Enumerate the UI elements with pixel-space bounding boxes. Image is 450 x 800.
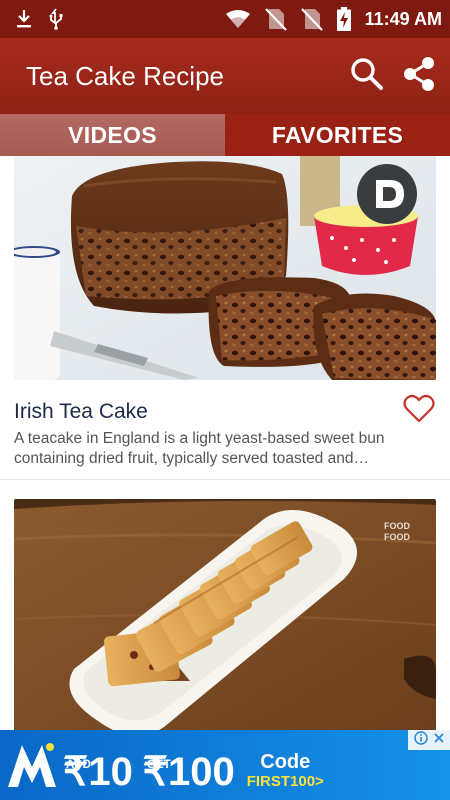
app-actions <box>348 56 438 97</box>
no-sim-icon <box>300 7 323 31</box>
ad-offer-add-amount: ₹10 <box>62 750 133 794</box>
wifi-icon <box>225 9 251 29</box>
tab-favorites[interactable]: FAVORITES <box>225 114 450 156</box>
ad-choices[interactable] <box>408 730 450 750</box>
recipe-card[interactable]: Irish Tea Cake A teacake in England is a… <box>0 156 450 481</box>
status-bar: 11:49 AM <box>0 0 450 38</box>
ad-code-value: FIRST100> <box>246 773 324 790</box>
screen: 11:49 AM Tea Cake Recipe VIDEOS FAVORITE… <box>0 0 450 800</box>
battery-charging-icon <box>336 7 351 31</box>
share-button[interactable] <box>400 56 438 97</box>
tab-videos[interactable]: VIDEOS <box>0 114 225 156</box>
tea-cake-photo <box>14 156 436 380</box>
recipe-thumbnail[interactable] <box>14 156 436 380</box>
close-icon[interactable] <box>433 731 445 749</box>
ad-code-label: Code <box>260 751 311 773</box>
ad-code: Code FIRST100> <box>247 751 324 791</box>
info-icon[interactable] <box>413 730 428 750</box>
search-button[interactable] <box>348 57 386 95</box>
status-left <box>16 8 64 30</box>
source-badge <box>357 164 417 224</box>
recipe-title[interactable]: Irish Tea Cake <box>14 400 148 424</box>
app-title: Tea Cake Recipe <box>26 60 224 91</box>
favorite-button[interactable] <box>402 394 436 429</box>
watermark: FOOD <box>384 532 410 542</box>
download-icon <box>16 9 32 29</box>
sliced-cake-photo: FOOD FOOD <box>14 499 436 730</box>
recipe-thumbnail[interactable]: FOOD FOOD <box>14 499 436 730</box>
tab-bar: VIDEOS FAVORITES <box>0 114 450 156</box>
recipe-card[interactable]: FOOD FOOD <box>0 499 450 730</box>
ad-offer-get-amount: ₹100 <box>142 750 235 794</box>
search-icon <box>350 57 384 96</box>
recipe-list: Irish Tea Cake A teacake in England is a… <box>0 156 450 730</box>
ad-brand-logo <box>0 730 64 800</box>
recipe-description: A teacake in England is a light yeast-ba… <box>14 430 385 467</box>
usb-icon <box>48 8 64 30</box>
no-sim-icon <box>264 7 287 31</box>
heart-outline-icon <box>403 394 435 429</box>
card-divider <box>0 479 450 480</box>
status-right: 11:49 AM <box>225 7 442 31</box>
watermark: FOOD <box>384 521 410 531</box>
status-time: 11:49 AM <box>364 8 442 29</box>
ad-banner[interactable]: ADD ₹10 GET ₹100 Code FIRST100> <box>0 730 450 800</box>
share-icon <box>402 56 436 97</box>
app-bar: Tea Cake Recipe <box>0 38 450 114</box>
